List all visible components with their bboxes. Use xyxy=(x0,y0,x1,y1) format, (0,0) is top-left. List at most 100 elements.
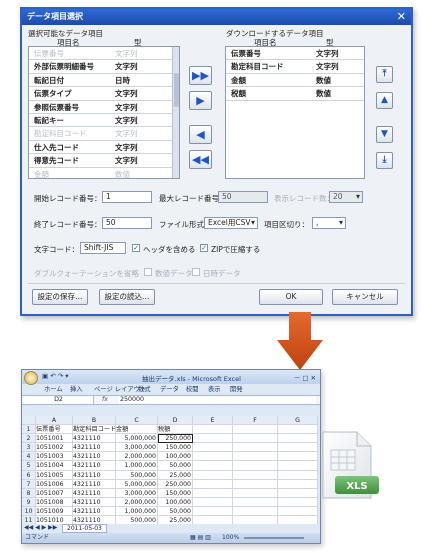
cell[interactable]: 2,000,000 xyxy=(116,497,158,507)
zoom-slider[interactable] xyxy=(244,537,304,539)
available-list-item[interactable]: 得意先コード 文字列 xyxy=(29,154,172,168)
sheet-nav-icons[interactable]: ◀◀ ◀ ▶ ▶▶ xyxy=(24,524,57,531)
cell[interactable]: 1,000,000 xyxy=(116,506,158,517)
cell[interactable] xyxy=(193,506,233,517)
start-record-field[interactable]: 1 xyxy=(102,191,152,203)
cell[interactable] xyxy=(233,488,278,498)
view-buttons-icon[interactable]: ▦ ▤ ▥ xyxy=(190,533,211,543)
cell[interactable] xyxy=(278,434,318,444)
cell[interactable] xyxy=(278,488,318,498)
cell[interactable] xyxy=(233,452,278,462)
cell[interactable]: 1051004 xyxy=(36,461,73,471)
cell[interactable]: 4321110 xyxy=(73,461,116,471)
row-header[interactable]: 10 xyxy=(22,506,36,517)
cell[interactable]: 4321110 xyxy=(73,470,116,480)
cell[interactable]: 250,000 xyxy=(158,434,193,444)
cell[interactable] xyxy=(278,470,318,480)
cell[interactable]: 4321110 xyxy=(73,452,116,462)
cell[interactable]: 4321110 xyxy=(73,497,116,507)
column-header[interactable]: G xyxy=(278,416,318,426)
available-list-item[interactable]: 伝票番号 文字列 xyxy=(29,47,172,61)
cell[interactable]: 5,000,000 xyxy=(116,434,158,444)
cell[interactable] xyxy=(278,479,318,489)
export-items-list[interactable]: 伝票番号 文字列 勘定科目コード 文字列 金額 数値 税額 数値 xyxy=(225,46,365,179)
cell[interactable]: 25,000 xyxy=(158,470,193,480)
column-header[interactable]: C xyxy=(116,416,158,426)
cell[interactable] xyxy=(278,452,318,462)
cell[interactable]: 勘定科目コード xyxy=(73,425,116,435)
remove-button[interactable]: ◀ xyxy=(189,125,212,144)
cell[interactable]: 1051001 xyxy=(36,434,73,444)
cell[interactable] xyxy=(193,434,233,444)
ribbon-tab[interactable]: 数式 xyxy=(138,384,151,395)
cell[interactable]: 5,000,000 xyxy=(116,479,158,489)
add-button[interactable]: ▶ xyxy=(189,91,212,110)
cell[interactable]: 50,000 xyxy=(158,461,193,471)
move-up-button[interactable]: ▲ xyxy=(376,92,393,109)
cell[interactable] xyxy=(233,443,278,453)
remove-all-button[interactable]: ◀◀ xyxy=(189,150,212,169)
formula-input[interactable]: 250000 xyxy=(118,396,316,404)
office-button-icon[interactable] xyxy=(24,371,38,385)
spreadsheet-grid[interactable]: A B C D E F G 1 伝票番号 勘定科目コード 金額 税額 2 1051001 4321110 5,… xyxy=(22,416,320,526)
cell[interactable]: 100,000 xyxy=(158,497,193,507)
cell[interactable] xyxy=(278,461,318,471)
row-header[interactable]: 6 xyxy=(22,470,36,480)
cell[interactable]: 1051007 xyxy=(36,488,73,498)
row-header[interactable]: 2 xyxy=(22,434,36,444)
export-list-item[interactable]: 勘定科目コード 文字列 xyxy=(226,60,364,74)
save-settings-button[interactable]: 設定の保存… xyxy=(32,289,88,305)
cell[interactable] xyxy=(233,506,278,517)
cell[interactable] xyxy=(193,479,233,489)
charset-field[interactable]: Shift-JIS xyxy=(80,242,126,254)
column-header[interactable]: E xyxy=(193,416,233,426)
available-list-scrollbar[interactable] xyxy=(172,47,179,178)
move-top-button[interactable]: ⤒ xyxy=(376,66,393,83)
move-down-button[interactable]: ▼ xyxy=(376,126,393,143)
available-list-item[interactable]: 仕入先コード 文字列 xyxy=(29,141,172,155)
ribbon-tab[interactable]: データ xyxy=(160,384,179,395)
available-list-item[interactable]: 転記日付 日時 xyxy=(29,74,172,88)
row-header[interactable] xyxy=(22,416,36,426)
cell[interactable]: 2,000,000 xyxy=(116,452,158,462)
ribbon-tab[interactable]: 開発 xyxy=(230,384,243,395)
ribbon-tab[interactable]: 挿入 xyxy=(70,384,83,395)
cell[interactable] xyxy=(193,488,233,498)
cancel-button[interactable]: キャンセル xyxy=(332,289,398,305)
cell[interactable] xyxy=(193,461,233,471)
cell[interactable]: 金額 xyxy=(116,425,158,435)
cell[interactable]: 伝票番号 xyxy=(36,425,73,435)
ribbon-tab[interactable]: ホーム xyxy=(44,384,63,395)
cell[interactable] xyxy=(233,497,278,507)
cell[interactable]: 4321110 xyxy=(73,434,116,444)
available-list-item[interactable]: 金額 数値 xyxy=(29,168,172,178)
cell[interactable]: 税額 xyxy=(158,425,193,435)
cell[interactable] xyxy=(233,461,278,471)
cell[interactable]: 1,000,000 xyxy=(116,461,158,471)
row-header[interactable]: 7 xyxy=(22,479,36,489)
cell[interactable]: 4321110 xyxy=(73,479,116,489)
ok-button[interactable]: OK xyxy=(259,289,323,305)
cell[interactable] xyxy=(278,497,318,507)
cell[interactable] xyxy=(233,425,278,435)
cell[interactable]: 150,000 xyxy=(158,443,193,453)
export-list-item[interactable]: 税額 数値 xyxy=(226,87,364,101)
cell[interactable]: 1051008 xyxy=(36,497,73,507)
cell[interactable] xyxy=(193,425,233,435)
available-list-item[interactable]: 転記キー 文字列 xyxy=(29,114,172,128)
cell[interactable] xyxy=(233,434,278,444)
row-header[interactable]: 5 xyxy=(22,461,36,471)
cell[interactable]: 100,000 xyxy=(158,452,193,462)
cell[interactable]: 4321110 xyxy=(73,506,116,517)
column-header[interactable]: B xyxy=(73,416,116,426)
move-bottom-button[interactable]: ⤓ xyxy=(376,152,393,169)
cell[interactable]: 500,000 xyxy=(116,470,158,480)
include-header-checkbox[interactable]: ✓ xyxy=(132,244,140,252)
zip-checkbox[interactable]: ✓ xyxy=(200,244,208,252)
row-header[interactable]: 9 xyxy=(22,497,36,507)
sheet-tab[interactable]: 2011-05-03 xyxy=(62,524,107,533)
excel-window-controls[interactable]: － □ ✕ xyxy=(294,372,316,382)
file-format-select[interactable]: Excel用CSV xyxy=(204,217,258,229)
cell[interactable] xyxy=(233,479,278,489)
cell[interactable]: 4321110 xyxy=(73,443,116,453)
